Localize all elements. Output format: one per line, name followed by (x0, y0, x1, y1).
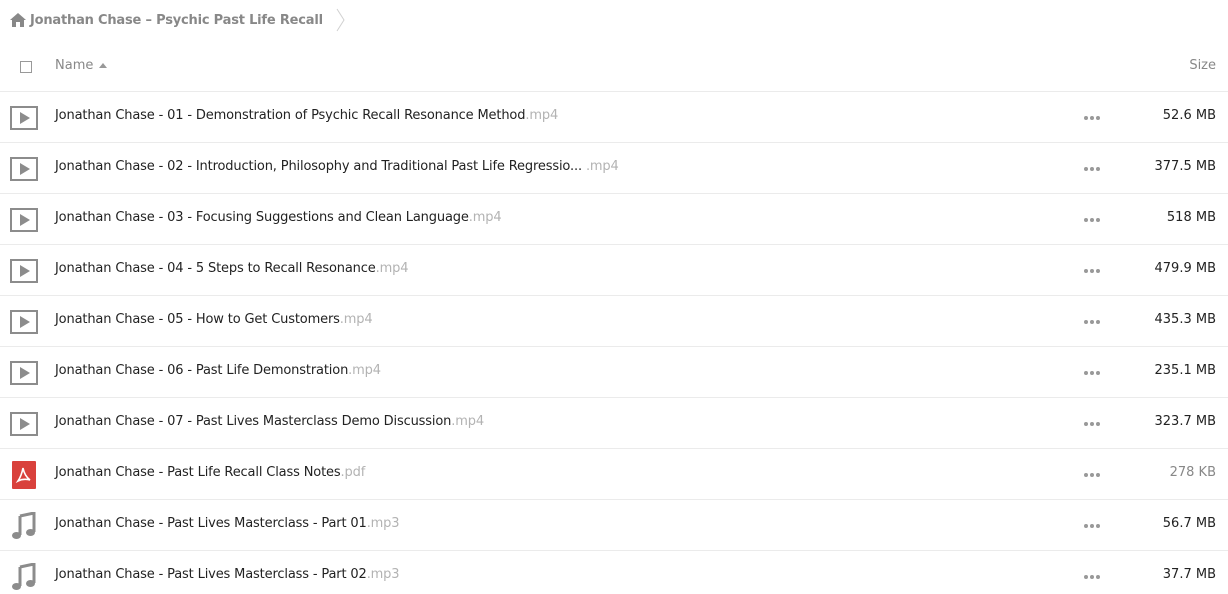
file-size: 479.9 MB (1154, 261, 1216, 276)
file-size: 235.1 MB (1154, 363, 1216, 378)
file-name[interactable]: Jonathan Chase - Past Lives Masterclass … (55, 516, 400, 531)
home-icon[interactable] (10, 13, 26, 27)
file-extension: .mp4 (451, 414, 484, 429)
file-extension: .mp4 (585, 159, 619, 174)
video-file-icon (10, 410, 38, 438)
file-extension: .pdf (340, 465, 366, 480)
breadcrumb-folder-label[interactable]: Jonathan Chase – Psychic Past Life Recal… (30, 13, 323, 28)
name-column-header[interactable]: Name (55, 58, 108, 73)
file-name[interactable]: Jonathan Chase - 07 - Past Lives Masterc… (55, 414, 484, 429)
more-actions-icon[interactable] (1084, 167, 1100, 171)
breadcrumb-separator-icon (336, 8, 345, 32)
audio-file-icon (10, 511, 38, 540)
file-name[interactable]: Jonathan Chase - 06 - Past Life Demonstr… (55, 363, 381, 378)
file-extension: .mp3 (366, 567, 400, 582)
file-size: 56.7 MB (1162, 516, 1216, 531)
file-size: 377.5 MB (1154, 159, 1216, 174)
file-row[interactable]: Jonathan Chase - Past Lives Masterclass … (0, 551, 1228, 594)
video-file-icon (10, 308, 38, 336)
file-name[interactable]: Jonathan Chase - 01 - Demonstration of P… (55, 108, 558, 123)
file-size: 37.7 MB (1162, 567, 1216, 582)
file-size: 435.3 MB (1154, 312, 1216, 327)
file-name[interactable]: Jonathan Chase - 04 - 5 Steps to Recall … (55, 261, 408, 276)
video-file-icon (10, 257, 38, 285)
file-row[interactable]: Jonathan Chase - 04 - 5 Steps to Recall … (0, 245, 1228, 296)
select-all-checkbox[interactable] (20, 61, 32, 73)
file-name-base: Jonathan Chase - 06 - Past Life Demonstr… (55, 363, 349, 378)
file-row[interactable]: Jonathan Chase - Past Lives Masterclass … (0, 500, 1228, 551)
file-browser: Jonathan Chase – Psychic Past Life Recal… (0, 0, 1228, 594)
file-row[interactable]: Jonathan Chase - 07 - Past Lives Masterc… (0, 398, 1228, 449)
file-size: 278 KB (1169, 465, 1216, 480)
file-size: 518 MB (1166, 210, 1216, 225)
breadcrumb: Jonathan Chase – Psychic Past Life Recal… (0, 0, 1228, 40)
file-name-base: Jonathan Chase - 01 - Demonstration of P… (55, 108, 526, 123)
file-name-base: Jonathan Chase - Past Lives Masterclass … (55, 516, 367, 531)
file-name[interactable]: Jonathan Chase - Past Life Recall Class … (55, 465, 365, 480)
file-size: 323.7 MB (1154, 414, 1216, 429)
sort-ascending-icon (99, 63, 108, 68)
file-name-base: Jonathan Chase - 02 - Introduction, Phil… (55, 159, 586, 174)
more-actions-icon[interactable] (1084, 218, 1100, 222)
file-name-base: Jonathan Chase - 07 - Past Lives Masterc… (55, 414, 452, 429)
file-row[interactable]: Jonathan Chase - 02 - Introduction, Phil… (0, 143, 1228, 194)
more-actions-icon[interactable] (1084, 269, 1100, 273)
file-name[interactable]: Jonathan Chase - Past Lives Masterclass … (55, 567, 400, 582)
video-file-icon (10, 155, 38, 183)
more-actions-icon[interactable] (1084, 524, 1100, 528)
file-extension: .mp4 (375, 261, 409, 276)
file-row[interactable]: Jonathan Chase - 03 - Focusing Suggestio… (0, 194, 1228, 245)
file-name[interactable]: Jonathan Chase - 02 - Introduction, Phil… (55, 159, 619, 174)
breadcrumb-current-folder[interactable]: Jonathan Chase – Psychic Past Life Recal… (10, 0, 323, 40)
file-row[interactable]: Jonathan Chase - 06 - Past Life Demonstr… (0, 347, 1228, 398)
more-actions-icon[interactable] (1084, 575, 1100, 579)
list-header: Name Size (0, 40, 1228, 92)
file-name-base: Jonathan Chase - 03 - Focusing Suggestio… (55, 210, 469, 225)
file-name-base: Jonathan Chase - Past Lives Masterclass … (55, 567, 367, 582)
file-name-base: Jonathan Chase - 04 - 5 Steps to Recall … (55, 261, 376, 276)
file-extension: .mp3 (366, 516, 400, 531)
size-column-header[interactable]: Size (1189, 58, 1216, 73)
file-name[interactable]: Jonathan Chase - 03 - Focusing Suggestio… (55, 210, 502, 225)
file-extension: .mp4 (525, 108, 559, 123)
video-file-icon (10, 206, 38, 234)
more-actions-icon[interactable] (1084, 116, 1100, 120)
more-actions-icon[interactable] (1084, 320, 1100, 324)
file-row[interactable]: Jonathan Chase - 01 - Demonstration of P… (0, 92, 1228, 143)
file-extension: .mp4 (348, 363, 381, 378)
more-actions-icon[interactable] (1084, 422, 1100, 426)
file-name[interactable]: Jonathan Chase - 05 - How to Get Custome… (55, 312, 373, 327)
file-list: Jonathan Chase - 01 - Demonstration of P… (0, 92, 1228, 594)
more-actions-icon[interactable] (1084, 371, 1100, 375)
file-extension: .mp4 (468, 210, 502, 225)
file-row[interactable]: Jonathan Chase - 05 - How to Get Custome… (0, 296, 1228, 347)
video-file-icon (10, 359, 38, 387)
file-name-base: Jonathan Chase - Past Life Recall Class … (55, 465, 341, 480)
video-file-icon (10, 104, 38, 132)
audio-file-icon (10, 562, 38, 591)
file-name-base: Jonathan Chase - 05 - How to Get Custome… (55, 312, 340, 327)
file-size: 52.6 MB (1162, 108, 1216, 123)
more-actions-icon[interactable] (1084, 473, 1100, 477)
file-row[interactable]: Jonathan Chase - Past Life Recall Class … (0, 449, 1228, 500)
pdf-file-icon (10, 461, 38, 489)
file-extension: .mp4 (339, 312, 373, 327)
name-column-label: Name (55, 58, 94, 73)
